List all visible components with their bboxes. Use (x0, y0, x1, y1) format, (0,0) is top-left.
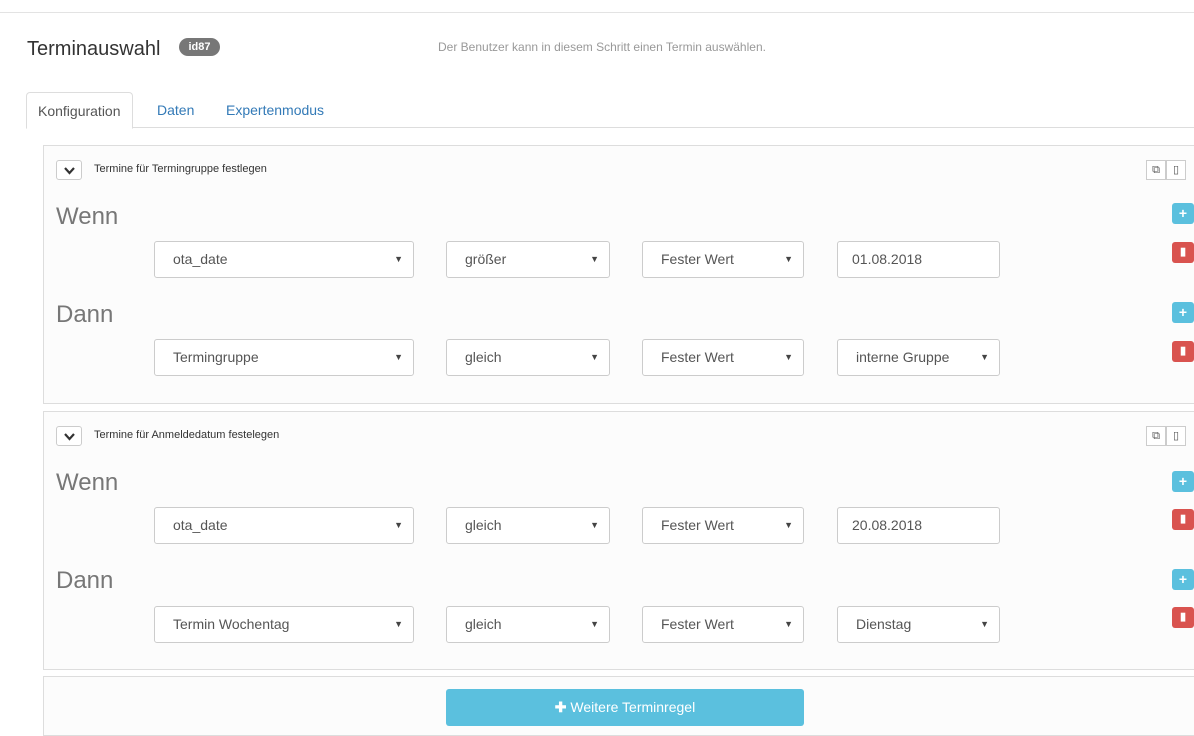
trash-icon: ▮ (1179, 246, 1187, 258)
add-then-action-button[interactable]: + (1172, 569, 1194, 590)
select-value: gleich (465, 517, 502, 533)
then-value-select[interactable]: Dienstag ▼ (837, 606, 1000, 643)
page-title: Terminauswahl (27, 38, 161, 60)
when-field-select[interactable]: ota_date ▼ (154, 507, 414, 544)
select-value: interne Gruppe (856, 349, 950, 365)
trash-icon: ▮ (1179, 345, 1187, 357)
caret-down-icon: ▼ (784, 520, 793, 530)
caret-down-icon: ▼ (980, 352, 989, 362)
delete-then-action-button[interactable]: ▮ (1172, 607, 1194, 628)
then-label: Dann (56, 301, 114, 328)
delete-then-action-button[interactable]: ▮ (1172, 341, 1194, 362)
chevron-down-icon (64, 167, 75, 175)
rule-tools: ⧉ ▯ (1146, 160, 1194, 180)
caret-down-icon: ▼ (394, 254, 403, 264)
then-operator-select[interactable]: gleich ▼ (446, 339, 610, 376)
caret-down-icon: ▼ (590, 520, 599, 530)
add-rule-button[interactable]: ✚ Weitere Terminregel (446, 689, 804, 726)
caret-down-icon: ▼ (784, 352, 793, 362)
trash-icon: ▮ (1179, 513, 1187, 525)
tab-expertenmodus[interactable]: Expertenmodus (226, 92, 324, 128)
trash-icon[interactable]: ▯ (1166, 426, 1186, 446)
step-description: Der Benutzer kann in diesem Schritt eine… (438, 40, 766, 54)
then-value-select[interactable]: interne Gruppe ▼ (837, 339, 1000, 376)
tab-konfiguration[interactable]: Konfiguration (26, 92, 133, 129)
when-label: Wenn (56, 469, 119, 496)
copy-icon[interactable]: ⧉ (1146, 426, 1166, 446)
caret-down-icon: ▼ (590, 254, 599, 264)
add-when-condition-button[interactable]: + (1172, 203, 1194, 224)
select-value: Dienstag (856, 616, 912, 632)
then-value-type-select[interactable]: Fester Wert ▼ (642, 606, 804, 643)
select-value: ota_date (173, 517, 228, 533)
add-rule-label: Weitere Terminregel (570, 699, 696, 715)
chevron-down-icon (64, 433, 75, 441)
tab-bar: Konfiguration Daten Expertenmodus (26, 92, 1194, 129)
delete-when-condition-button[interactable]: ▮ (1172, 509, 1194, 530)
when-value-input[interactable]: 01.08.2018 (837, 241, 1000, 278)
id-badge: id87 (179, 38, 220, 56)
select-value: Fester Wert (661, 517, 734, 533)
rule-tools: ⧉ ▯ (1146, 426, 1194, 446)
caret-down-icon: ▼ (590, 619, 599, 629)
rule-title: Termine für Termingruppe festlegen (94, 163, 267, 175)
when-value-type-select[interactable]: Fester Wert ▼ (642, 507, 804, 544)
select-value: gleich (465, 616, 502, 632)
when-label: Wenn (56, 203, 119, 230)
select-value: Termingruppe (173, 349, 259, 365)
add-when-condition-button[interactable]: + (1172, 471, 1194, 492)
when-operator-select[interactable]: gleich ▼ (446, 507, 610, 544)
collapse-toggle-button[interactable] (56, 426, 82, 446)
then-value-type-select[interactable]: Fester Wert ▼ (642, 339, 804, 376)
then-field-select[interactable]: Termin Wochentag ▼ (154, 606, 414, 643)
caret-down-icon: ▼ (784, 619, 793, 629)
rule-title: Termine für Anmeldedatum festelegen (94, 429, 280, 441)
select-value: gleich (465, 349, 502, 365)
then-label: Dann (56, 567, 114, 594)
select-value: Fester Wert (661, 349, 734, 365)
add-then-action-button[interactable]: + (1172, 302, 1194, 323)
tab-daten[interactable]: Daten (157, 92, 194, 128)
collapse-toggle-button[interactable] (56, 160, 82, 180)
when-operator-select[interactable]: größer ▼ (446, 241, 610, 278)
caret-down-icon: ▼ (980, 619, 989, 629)
when-value-input[interactable]: 20.08.2018 (837, 507, 1000, 544)
then-operator-select[interactable]: gleich ▼ (446, 606, 610, 643)
copy-icon[interactable]: ⧉ (1146, 160, 1166, 180)
delete-when-condition-button[interactable]: ▮ (1172, 242, 1194, 263)
when-value-type-select[interactable]: Fester Wert ▼ (642, 241, 804, 278)
select-value: Termin Wochentag (173, 616, 290, 632)
caret-down-icon: ▼ (394, 619, 403, 629)
plus-icon: ✚ (554, 699, 571, 715)
caret-down-icon: ▼ (590, 352, 599, 362)
caret-down-icon: ▼ (784, 254, 793, 264)
select-value: ota_date (173, 251, 228, 267)
when-field-select[interactable]: ota_date ▼ (154, 241, 414, 278)
top-divider (0, 12, 1194, 13)
trash-icon: ▮ (1179, 611, 1187, 623)
trash-icon[interactable]: ▯ (1166, 160, 1186, 180)
caret-down-icon: ▼ (394, 520, 403, 530)
select-value: Fester Wert (661, 616, 734, 632)
then-field-select[interactable]: Termingruppe ▼ (154, 339, 414, 376)
caret-down-icon: ▼ (394, 352, 403, 362)
select-value: Fester Wert (661, 251, 734, 267)
select-value: größer (465, 251, 507, 267)
